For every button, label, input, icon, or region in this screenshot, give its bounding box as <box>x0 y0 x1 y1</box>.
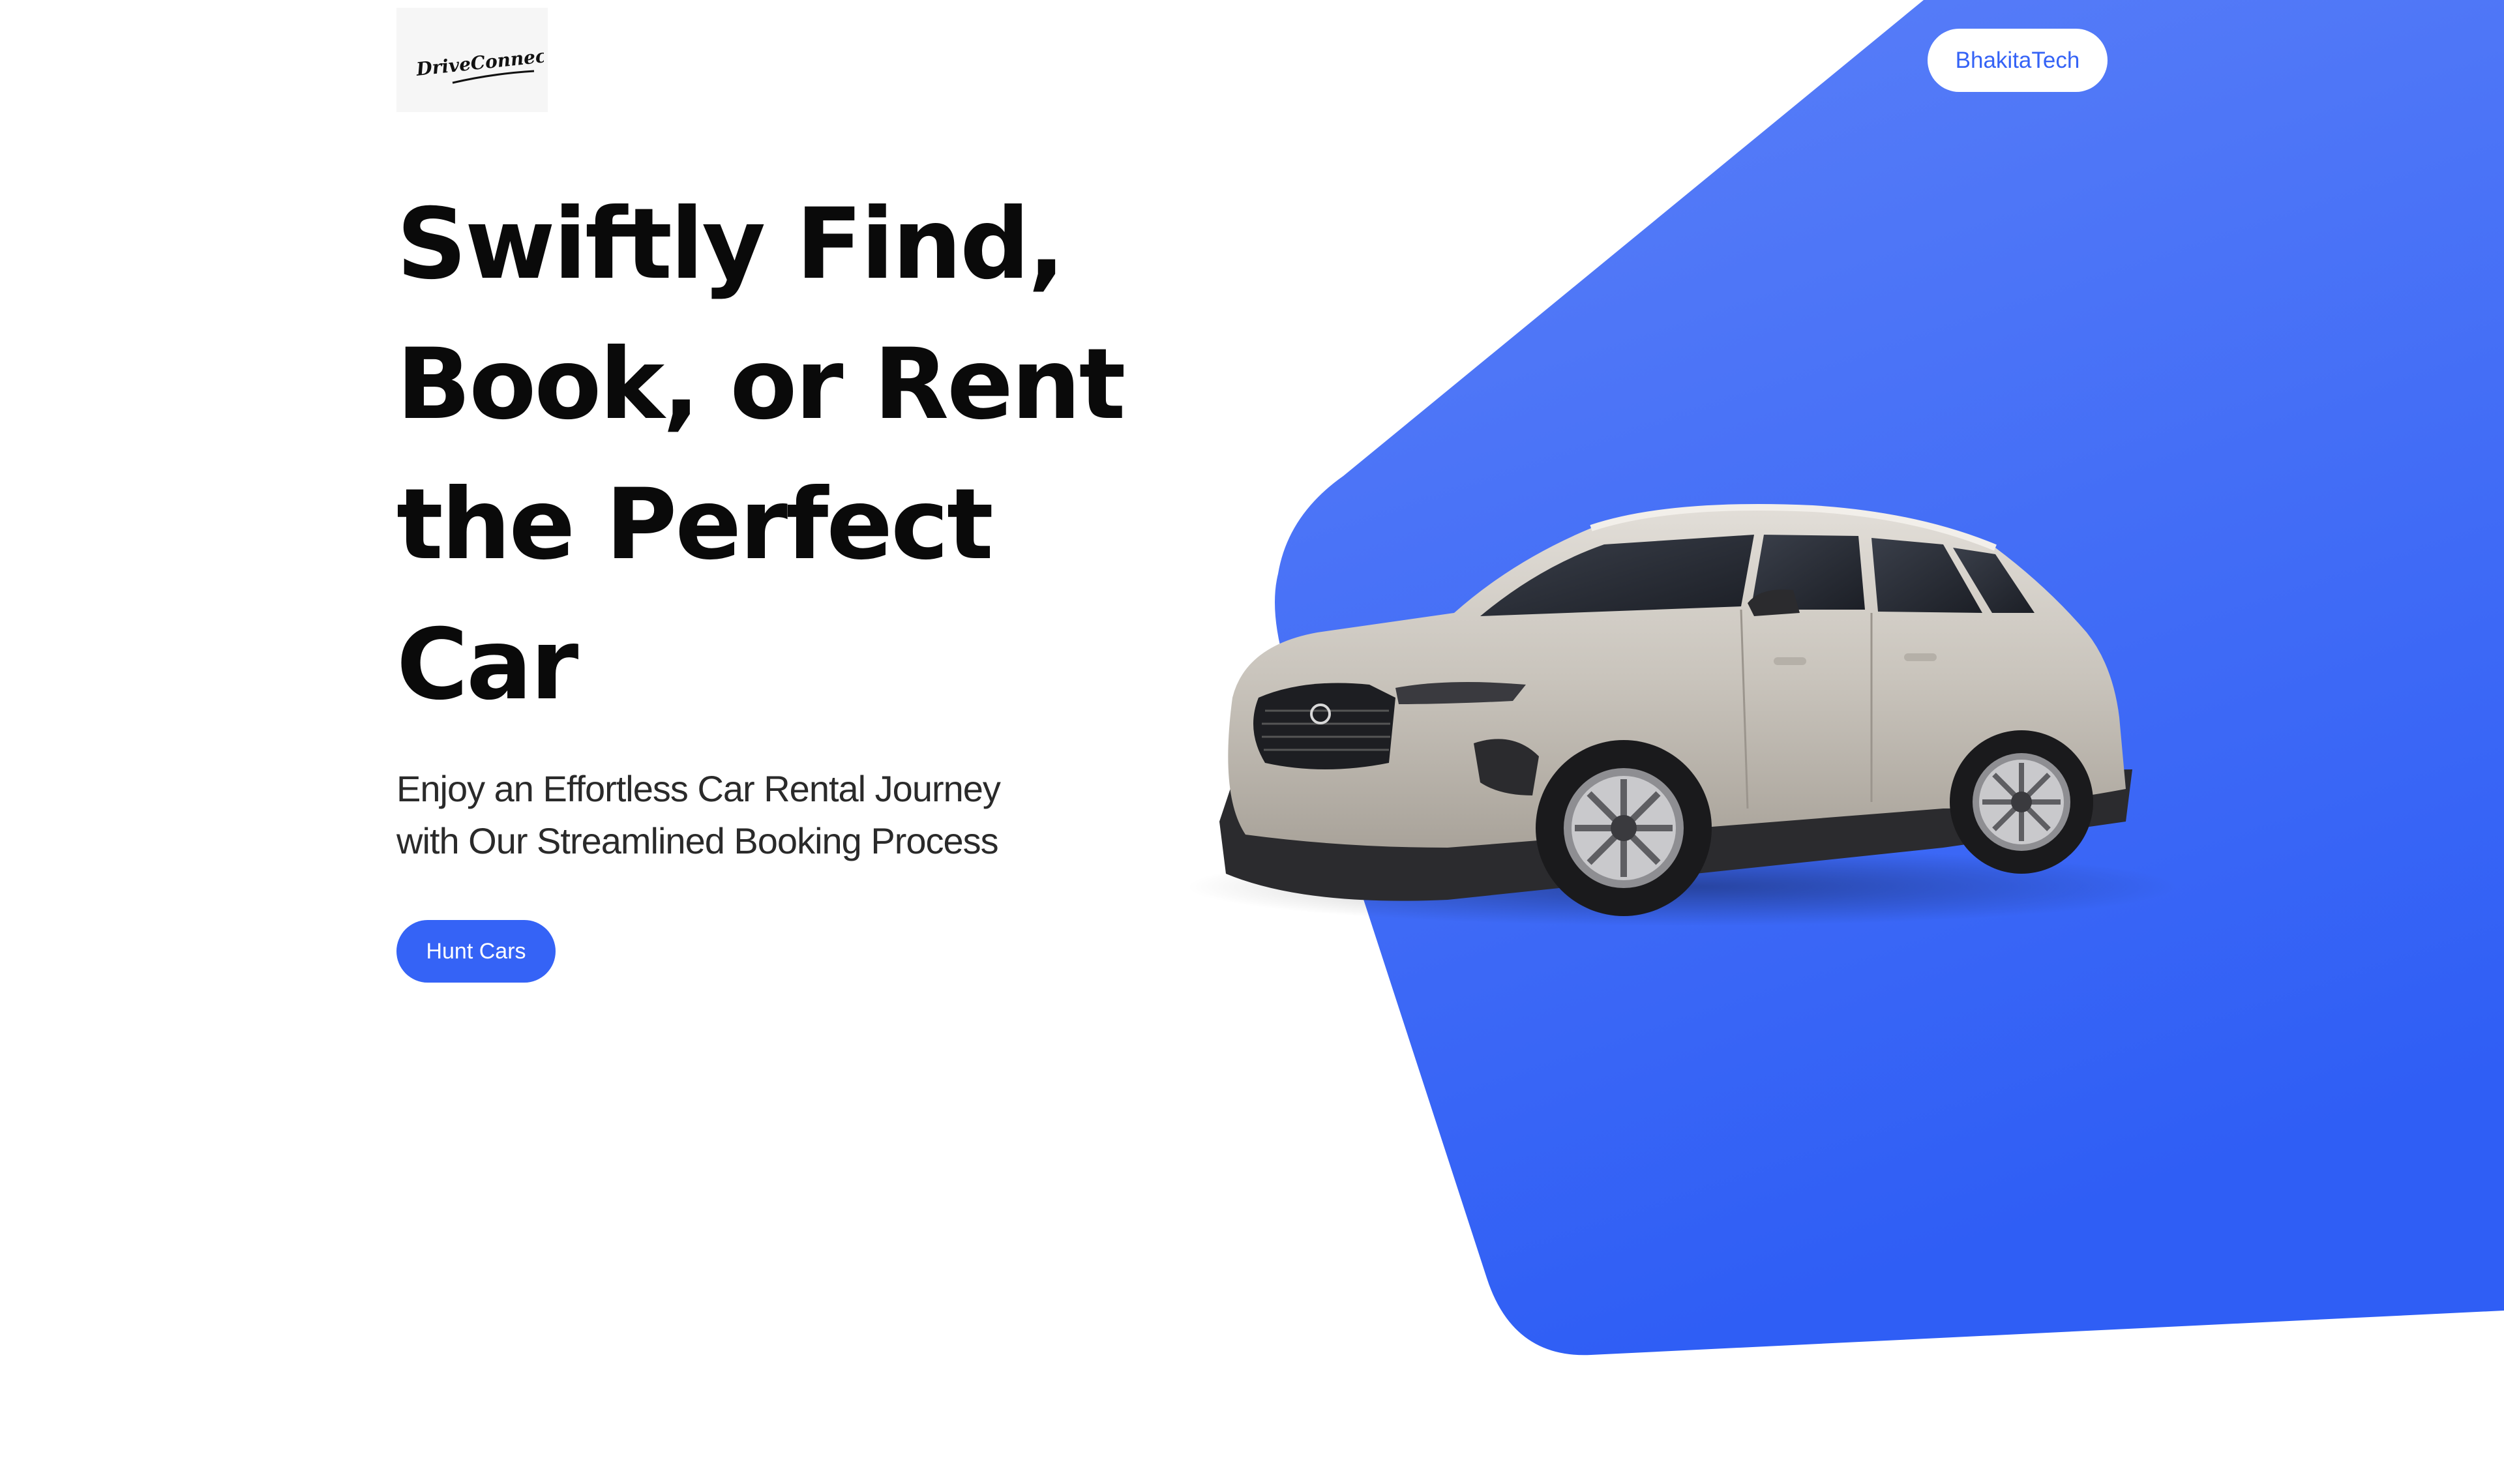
driveconnect-logo[interactable]: DriveConnect <box>396 8 548 112</box>
landing-page: DriveConnect BhakitaTech Swiftly Find, B… <box>0 0 2504 1484</box>
suv-car-image <box>1187 504 2178 926</box>
hero-subtext: Enjoy an Effortless Car Rental Journey w… <box>396 763 1049 867</box>
subtext-line: with Our Streamlined Booking Process <box>396 820 999 861</box>
headline-line: Car <box>396 608 578 722</box>
hero-headline: Swiftly Find, Book, or Rent the Perfect … <box>396 175 1125 735</box>
subtext-line: Enjoy an Effortless Car Rental Journey <box>396 768 1001 809</box>
hunt-cars-button[interactable]: Hunt Cars <box>396 920 556 983</box>
headline-line: Book, or Rent <box>396 328 1125 441</box>
headline-line: Swiftly Find, <box>396 188 1065 301</box>
logo-mark: DriveConnect <box>415 44 544 84</box>
headline-line: the Perfect <box>396 468 994 582</box>
logo-text: DriveConnect <box>415 44 544 80</box>
brand-button[interactable]: BhakitaTech <box>1928 29 2108 92</box>
